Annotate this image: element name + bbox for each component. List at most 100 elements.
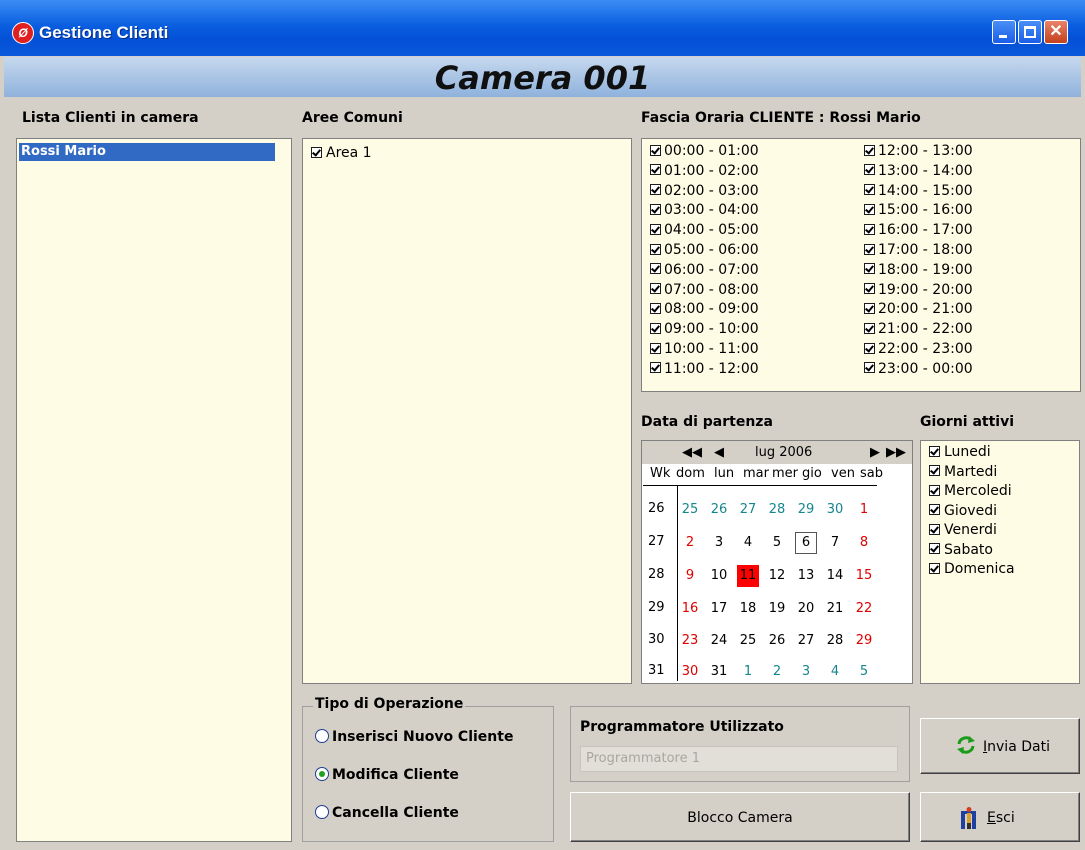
radio-edit-client[interactable]: Modifica Cliente — [315, 767, 459, 783]
calendar-day[interactable]: 17 — [708, 598, 730, 620]
checkbox-checked[interactable] — [929, 465, 940, 476]
checkbox-checked[interactable] — [864, 203, 875, 215]
calendar-day[interactable]: 23 — [679, 630, 701, 652]
checkbox-checked[interactable] — [864, 184, 875, 196]
calendar-day[interactable]: 4 — [737, 532, 759, 554]
calendar-day[interactable]: 18 — [737, 598, 759, 620]
checkbox-checked[interactable] — [929, 523, 940, 535]
calendar-day[interactable]: 4 — [824, 661, 846, 683]
close-button[interactable]: ✕ — [1044, 20, 1068, 44]
calendar-day[interactable]: 9 — [679, 565, 701, 587]
checkbox-checked[interactable] — [311, 146, 322, 158]
checkbox-checked[interactable] — [650, 342, 661, 354]
time-slot-item[interactable]: 05:00 - 06:00 — [650, 241, 759, 259]
time-slot-item[interactable]: 07:00 - 08:00 — [650, 281, 759, 299]
active-days-list[interactable]: Lunedi Martedi Mercoledi Giovedi Venerdi Saba… — [920, 440, 1080, 684]
calendar-day[interactable]: 8 — [853, 532, 875, 554]
area-item[interactable]: Area 1 — [311, 144, 372, 162]
radio-icon[interactable] — [315, 805, 329, 819]
time-slot-item[interactable]: 13:00 - 14:00 — [864, 162, 973, 180]
calendar-day[interactable]: 7 — [824, 532, 846, 554]
time-slot-item[interactable]: 17:00 - 18:00 — [864, 241, 973, 259]
calendar-day[interactable]: 25 — [679, 499, 701, 521]
calendar-day[interactable]: 24 — [708, 630, 730, 652]
client-item-selected[interactable]: Rossi Mario — [19, 143, 275, 161]
time-slot-item[interactable]: 22:00 - 23:00 — [864, 340, 973, 358]
active-day-item[interactable]: Domenica — [929, 561, 1015, 577]
title-bar[interactable]: Ø Gestione Clienti ✕ — [0, 0, 1085, 56]
next-month-icon[interactable]: ▶ — [870, 445, 880, 460]
checkbox-checked[interactable] — [929, 543, 940, 554]
exit-button[interactable]: Esci — [920, 792, 1080, 842]
checkbox-checked[interactable] — [650, 362, 661, 374]
checkbox-checked[interactable] — [650, 302, 661, 314]
time-slot-item[interactable]: 10:00 - 11:00 — [650, 340, 759, 358]
radio-icon[interactable] — [315, 729, 329, 743]
calendar-day[interactable]: 3 — [795, 661, 817, 683]
checkbox-checked[interactable] — [864, 322, 875, 334]
radio-delete-client[interactable]: Cancella Cliente — [315, 805, 459, 821]
checkbox-checked[interactable] — [864, 243, 875, 255]
calendar-day[interactable]: 11 — [737, 565, 759, 587]
checkbox-checked[interactable] — [650, 184, 661, 196]
calendar-day[interactable]: 21 — [824, 598, 846, 620]
calendar-day[interactable]: 2 — [679, 532, 701, 554]
calendar-day[interactable]: 29 — [853, 630, 875, 652]
active-day-item[interactable]: Martedi — [929, 464, 997, 480]
checkbox-checked[interactable] — [650, 164, 661, 176]
time-slot-item[interactable]: 23:00 - 00:00 — [864, 360, 973, 378]
calendar-day[interactable]: 26 — [766, 630, 788, 652]
calendar-day[interactable]: 30 — [679, 661, 701, 683]
time-slot-item[interactable]: 20:00 - 21:00 — [864, 300, 973, 318]
checkbox-checked[interactable] — [864, 283, 875, 295]
calendar-day[interactable]: 20 — [795, 598, 817, 620]
active-day-item[interactable]: Mercoledi — [929, 483, 1012, 499]
calendar-day[interactable]: 5 — [853, 661, 875, 683]
next-year-icon[interactable]: ▶▶ — [886, 445, 906, 460]
calendar-day[interactable]: 19 — [766, 598, 788, 620]
calendar-day[interactable]: 28 — [824, 630, 846, 652]
time-slot-item[interactable]: 19:00 - 20:00 — [864, 281, 973, 299]
checkbox-checked[interactable] — [650, 243, 661, 255]
time-slots-list[interactable]: 00:00 - 01:00 01:00 - 02:00 02:00 - 03:00 0… — [641, 138, 1081, 392]
checkbox-checked[interactable] — [929, 562, 940, 574]
checkbox-checked[interactable] — [864, 223, 875, 235]
checkbox-checked[interactable] — [650, 223, 661, 235]
checkbox-checked[interactable] — [650, 322, 661, 334]
calendar-day[interactable]: 16 — [679, 598, 701, 620]
programmer-field[interactable]: Programmatore 1 — [580, 746, 898, 772]
time-slot-item[interactable]: 14:00 - 15:00 — [864, 182, 973, 200]
calendar-day[interactable]: 1 — [737, 661, 759, 683]
checkbox-checked[interactable] — [650, 144, 661, 156]
calendar-day[interactable]: 1 — [853, 499, 875, 521]
time-slot-item[interactable]: 15:00 - 16:00 — [864, 201, 973, 219]
calendar-day[interactable]: 14 — [824, 565, 846, 587]
checkbox-checked[interactable] — [929, 484, 940, 496]
calendar-day[interactable]: 5 — [766, 532, 788, 554]
minimize-button[interactable] — [992, 20, 1016, 44]
active-day-item[interactable]: Lunedi — [929, 444, 991, 460]
checkbox-checked[interactable] — [650, 263, 661, 275]
calendar-day[interactable]: 27 — [737, 499, 759, 521]
time-slot-item[interactable]: 08:00 - 09:00 — [650, 300, 759, 318]
block-room-button[interactable]: Blocco Camera — [570, 792, 910, 842]
time-slot-item[interactable]: 11:00 - 12:00 — [650, 360, 759, 378]
calendar-day[interactable]: 25 — [737, 630, 759, 652]
time-slot-item[interactable]: 03:00 - 04:00 — [650, 201, 759, 219]
prev-year-icon[interactable]: ◀◀ — [682, 445, 702, 460]
radio-selected-icon[interactable] — [315, 767, 329, 781]
checkbox-checked[interactable] — [929, 504, 940, 515]
calendar-day[interactable]: 13 — [795, 565, 817, 587]
checkbox-checked[interactable] — [650, 203, 661, 215]
clients-list[interactable]: Rossi Mario — [16, 138, 292, 842]
calendar-day[interactable]: 28 — [766, 499, 788, 521]
calendar-day[interactable]: 26 — [708, 499, 730, 521]
radio-insert-client[interactable]: Inserisci Nuovo Cliente — [315, 729, 513, 745]
calendar[interactable]: ◀◀ ◀ lug 2006 ▶ ▶▶ Wk dom lun mar mer gio ven s… — [641, 440, 913, 684]
checkbox-checked[interactable] — [864, 263, 875, 275]
time-slot-item[interactable]: 01:00 - 02:00 — [650, 162, 759, 180]
active-day-item[interactable]: Venerdi — [929, 522, 997, 538]
calendar-day[interactable]: 31 — [708, 661, 730, 683]
checkbox-checked[interactable] — [864, 362, 875, 374]
time-slot-item[interactable]: 18:00 - 19:00 — [864, 261, 973, 279]
